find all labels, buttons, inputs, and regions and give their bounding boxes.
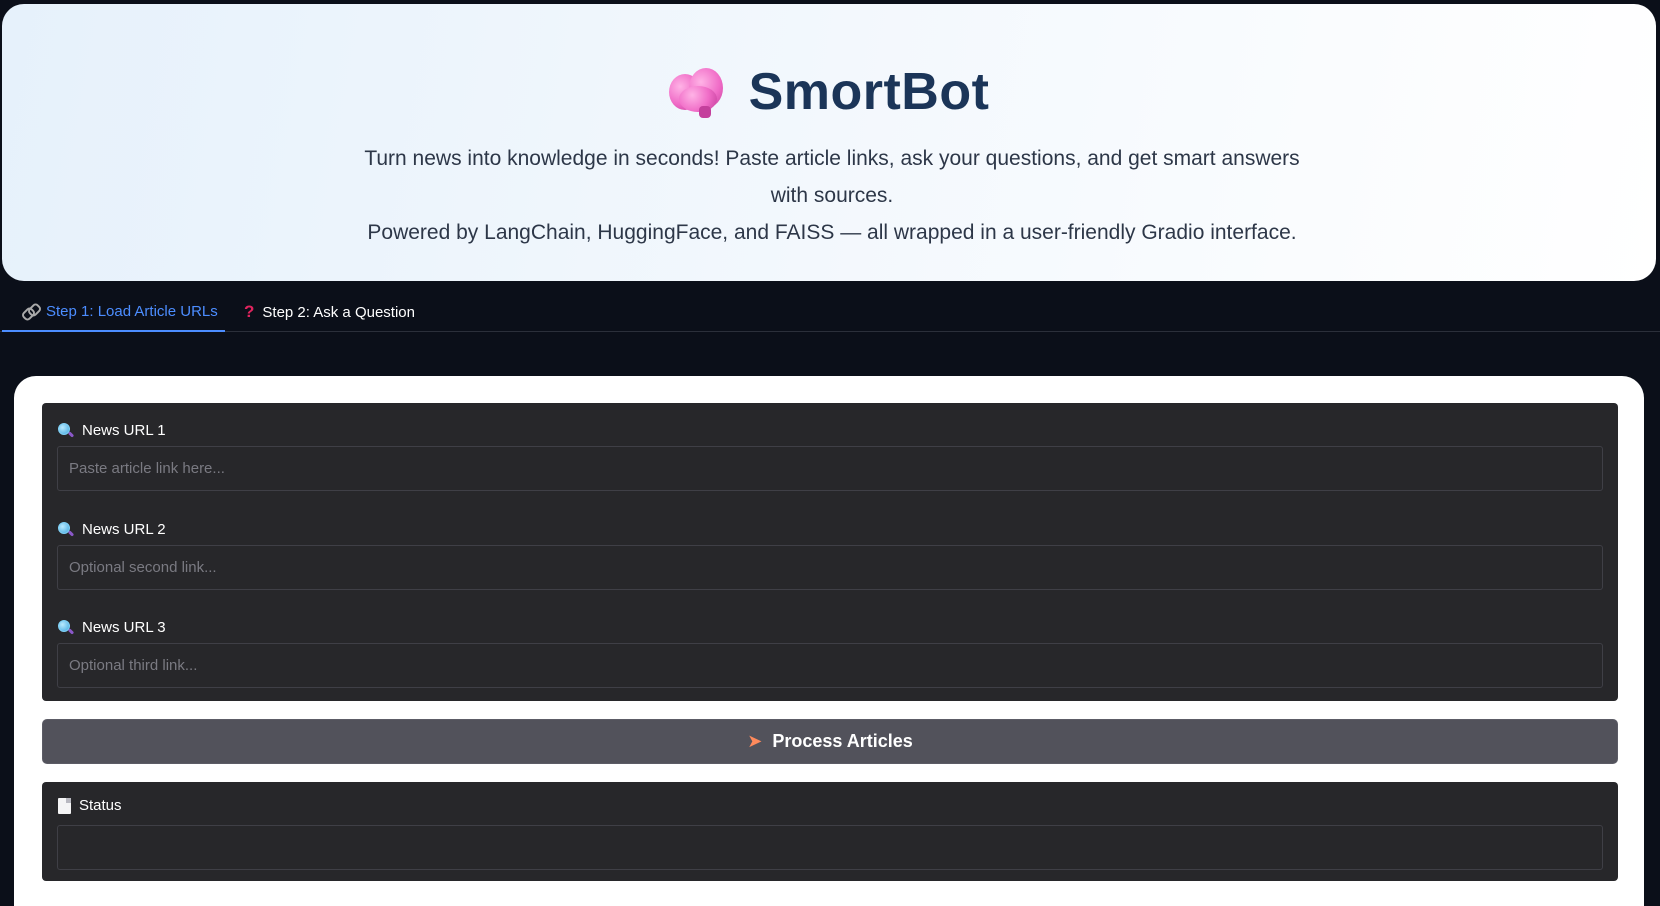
brain-icon [668,66,725,118]
magnifying-glass-icon [58,422,75,439]
document-icon [58,797,71,814]
link-icon [22,303,38,319]
magnifying-glass-icon [58,619,75,636]
news-url-1-label: News URL 1 [58,422,166,439]
app-title: SmortBot [748,63,990,121]
question-mark-icon: ? [244,302,255,321]
description-line-2: Powered by LangChain, HuggingFace, and F… [367,221,1297,244]
tab-label: Step 2: Ask a Question [262,303,415,321]
tab-load-article-urls[interactable]: Step 1: Load Article URLs [2,292,225,332]
tab-ask-a-question[interactable]: ? Step 2: Ask a Question [244,292,415,332]
description-line-1: Turn news into knowledge in seconds! Pas… [364,147,1300,207]
process-articles-label: Process Articles [772,731,913,751]
news-url-3-label: News URL 3 [58,619,166,636]
news-url-3-input[interactable] [57,643,1603,688]
magnifying-glass-icon [58,521,75,538]
header-banner: SmortBot Turn news into knowledge in sec… [2,4,1656,281]
news-url-2-label: News URL 2 [58,521,166,538]
status-output[interactable] [57,825,1603,870]
app-description: Turn news into knowledge in seconds! Pas… [362,140,1302,251]
app-title-row: SmortBot [2,62,1656,122]
news-url-1-input[interactable] [57,446,1603,491]
rocket-icon: ➤ [747,731,763,751]
news-url-2-input[interactable] [57,545,1603,590]
tab-bar: Step 1: Load Article URLs ? Step 2: Ask … [0,292,1660,332]
status-label: Status [58,797,122,814]
process-articles-button[interactable]: ➤ Process Articles [42,719,1618,764]
tab-label: Step 1: Load Article URLs [46,302,218,320]
